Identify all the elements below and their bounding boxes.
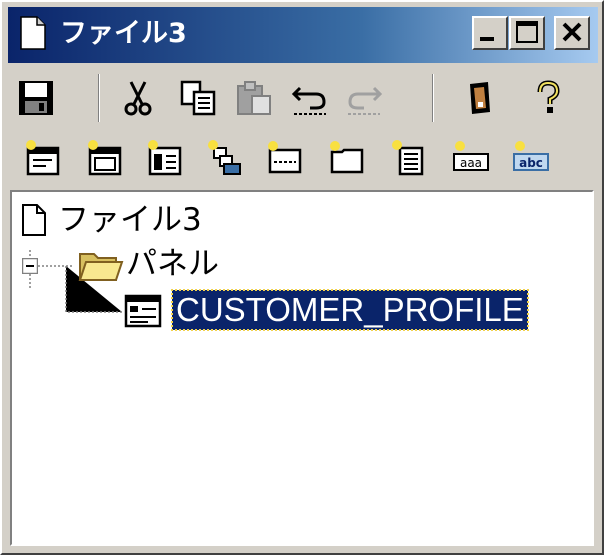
svg-text:aaa: aaa [460, 156, 482, 170]
paste-icon[interactable] [234, 78, 274, 118]
cut-icon[interactable] [118, 78, 158, 118]
svg-text:abc: abc [519, 156, 543, 170]
title-bar[interactable]: ファイル3 [8, 7, 598, 63]
new-field-icon[interactable] [264, 138, 304, 178]
close-button[interactable] [554, 16, 590, 50]
help-icon[interactable] [528, 78, 568, 118]
whats-this-icon[interactable] [460, 78, 500, 118]
new-list-icon[interactable] [388, 138, 428, 178]
new-constant-icon[interactable]: aaa [450, 138, 490, 178]
maximize-button[interactable] [509, 16, 545, 50]
close-icon [562, 22, 582, 42]
tree-label-leaf: CUSTOMER_PROFILE [171, 289, 529, 331]
app-window: ファイル3 aaa abc ファイル3 パネル CUSTOMER_PROFILE [0, 0, 604, 555]
document-icon [20, 16, 46, 50]
new-text-icon[interactable]: abc [510, 138, 550, 178]
new-window-icon[interactable] [84, 138, 124, 178]
folder-icon [78, 253, 124, 281]
window-title: ファイル3 [60, 18, 187, 49]
toolbar-separator [432, 74, 434, 122]
new-group-icon[interactable] [326, 138, 366, 178]
design-toolbar: aaa abc [8, 128, 598, 184]
tree-label-folder: パネル [126, 246, 219, 282]
undo-icon[interactable] [290, 78, 330, 118]
minimize-icon [480, 37, 494, 41]
save-icon[interactable] [16, 78, 56, 118]
tree-label-root: ファイル3 [58, 202, 202, 238]
new-panel-icon[interactable] [22, 138, 62, 178]
main-toolbar [8, 68, 598, 124]
tree-view[interactable]: ファイル3 パネル CUSTOMER_PROFILE [10, 190, 594, 546]
minimize-button[interactable] [472, 16, 508, 50]
document-icon [22, 204, 46, 236]
copy-icon[interactable] [178, 78, 218, 118]
toolbar-separator [98, 74, 100, 122]
new-subfile-icon[interactable] [204, 138, 244, 178]
new-record-icon[interactable] [144, 138, 184, 178]
collapse-icon[interactable] [22, 258, 38, 274]
panel-icon [124, 294, 162, 328]
redo-icon[interactable] [344, 78, 384, 118]
maximize-icon [516, 21, 538, 43]
